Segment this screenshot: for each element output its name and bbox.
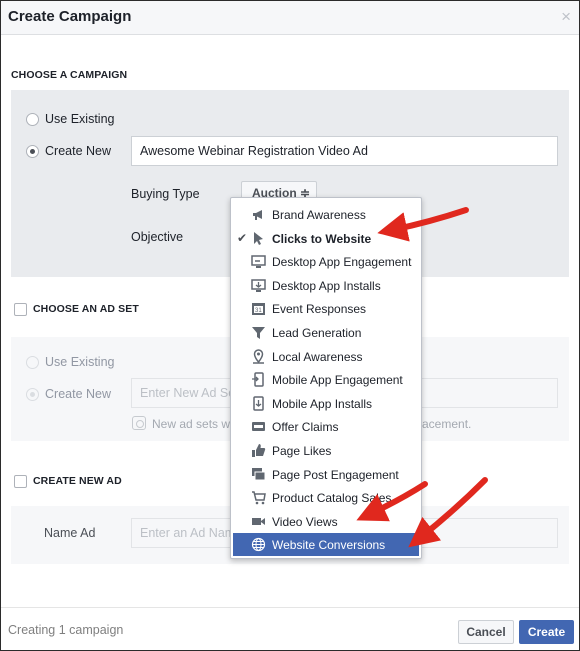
adset-hint-text-left: New ad sets w xyxy=(152,417,231,431)
adset-section-title: CHOOSE AN AD SET xyxy=(33,303,139,315)
campaign-create-new-label: Create New xyxy=(45,144,111,158)
objective-option[interactable]: Video Views xyxy=(231,510,421,533)
campaign-use-existing-radio[interactable] xyxy=(26,113,39,126)
campaign-create-new-radio[interactable] xyxy=(26,145,39,158)
objective-option[interactable]: Desktop App Engagement xyxy=(231,250,421,273)
objective-option-label: Lead Generation xyxy=(272,326,362,340)
objective-option-label: Local Awareness xyxy=(272,349,363,364)
objective-option[interactable]: ✔ Clicks to Website xyxy=(231,227,421,250)
campaign-name-input[interactable]: Awesome Webinar Registration Video Ad xyxy=(131,136,558,166)
objective-option-label: Desktop App Engagement xyxy=(272,255,412,270)
objective-option[interactable]: Desktop App Installs xyxy=(231,274,421,297)
svg-text:31: 31 xyxy=(255,308,262,314)
objective-option[interactable]: Mobile App Installs xyxy=(231,392,421,415)
objective-option-label: Page Post Engagement xyxy=(272,467,399,482)
objective-option[interactable]: Brand Awareness xyxy=(231,203,421,226)
video-camera-icon xyxy=(251,514,266,529)
cancel-button[interactable]: Cancel xyxy=(458,620,514,644)
objective-option[interactable]: Local Awareness xyxy=(231,345,421,368)
create-button[interactable]: Create xyxy=(519,620,574,644)
adset-create-new-label: Create New xyxy=(45,387,111,401)
megaphone-icon xyxy=(251,207,266,222)
objective-option[interactable]: Page Likes xyxy=(231,439,421,462)
map-pin-icon xyxy=(251,348,266,364)
close-icon[interactable]: × xyxy=(561,8,571,25)
post-engagement-icon xyxy=(251,467,266,482)
adset-use-existing-radio[interactable] xyxy=(26,356,39,369)
instagram-icon xyxy=(132,416,146,430)
objective-option[interactable]: Offer Claims xyxy=(231,415,421,438)
offer-icon xyxy=(251,419,266,434)
ad-section-title: CREATE NEW AD xyxy=(33,475,122,487)
objective-option[interactable]: Website Conversions xyxy=(233,533,419,557)
objective-option[interactable]: Lead Generation xyxy=(231,321,421,344)
desktop-app-icon xyxy=(251,254,266,269)
adset-section-checkbox[interactable] xyxy=(14,303,27,316)
footer-divider xyxy=(1,607,579,608)
ad-name-label: Name Ad xyxy=(44,526,96,540)
cursor-icon xyxy=(251,231,266,246)
thumbs-up-icon xyxy=(251,443,266,458)
objective-option-label: Offer Claims xyxy=(272,420,339,435)
funnel-icon xyxy=(251,325,266,340)
adset-hint-text-right: acement. xyxy=(422,417,472,431)
create-campaign-dialog: Create Campaign × CHOOSE A CAMPAIGN Use … xyxy=(0,0,580,651)
objective-dropdown-menu: Brand Awareness ✔ Clicks to Website Desktop… xyxy=(230,197,422,559)
objective-option[interactable]: Page Post Engagement xyxy=(231,463,421,486)
objective-option-label: Brand Awareness xyxy=(272,208,366,222)
mobile-install-icon xyxy=(251,396,266,411)
objective-option-label: Event Responses xyxy=(272,302,367,317)
objective-option[interactable]: Mobile App Engagement xyxy=(231,368,421,391)
objective-option-label: Website Conversions xyxy=(272,538,386,553)
objective-option-label: Page Likes xyxy=(272,444,332,458)
globe-icon xyxy=(251,537,266,552)
campaign-section-title: CHOOSE A CAMPAIGN xyxy=(11,69,128,81)
objective-option-label: Mobile App Installs xyxy=(272,396,373,411)
objective-option-label: Video Views xyxy=(272,514,338,529)
calendar-icon: 31 xyxy=(251,301,266,316)
desktop-install-icon xyxy=(251,278,266,293)
ad-section-checkbox[interactable] xyxy=(14,475,27,488)
adset-create-new-radio[interactable] xyxy=(26,388,39,401)
dialog-header: Create Campaign × xyxy=(1,1,579,35)
cart-icon xyxy=(251,490,266,505)
objective-option-label: Clicks to Website xyxy=(272,231,372,246)
adset-use-existing-label: Use Existing xyxy=(45,355,115,369)
footer-status: Creating 1 campaign xyxy=(8,623,124,637)
objective-option-label: Desktop App Installs xyxy=(272,278,381,293)
objective-option[interactable]: 31 Event Responses xyxy=(231,297,421,320)
objective-option-label: Mobile App Engagement xyxy=(272,373,403,388)
buying-type-label: Buying Type xyxy=(131,187,200,201)
objective-option-label: Product Catalog Sales xyxy=(272,491,392,506)
objective-label: Objective xyxy=(131,230,184,244)
objective-option[interactable]: Product Catalog Sales xyxy=(231,486,421,509)
dialog-title: Create Campaign xyxy=(8,8,132,25)
mobile-app-icon xyxy=(251,372,266,387)
checkmark-icon: ✔ xyxy=(237,230,248,245)
campaign-use-existing-label: Use Existing xyxy=(45,112,115,126)
